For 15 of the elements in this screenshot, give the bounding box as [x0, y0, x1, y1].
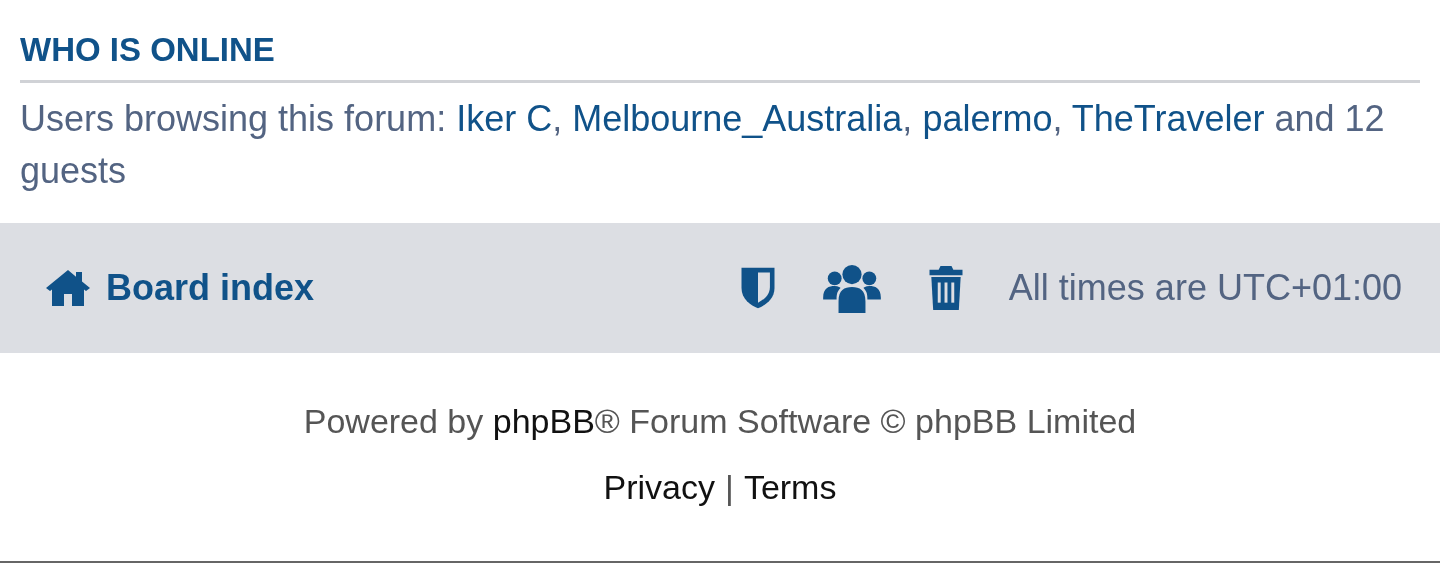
footer-link[interactable]: Terms: [743, 465, 837, 509]
username-link[interactable]: palermo: [922, 98, 1053, 139]
users-icon[interactable]: [822, 263, 881, 313]
username-link[interactable]: Melbourne_Australia: [572, 98, 903, 139]
copyright-text: Powered by phpBB® Forum Software © phpBB Limited: [302, 401, 1138, 442]
board-index-link[interactable]: Board index: [44, 267, 315, 309]
username-link[interactable]: Iker C: [456, 98, 553, 139]
home-icon: [44, 268, 92, 308]
separator-text: |: [725, 467, 734, 508]
online-users-text: Users browsing this forum: Iker C, Melbourne_Australia, palermo, TheTraveler and 12 guests: [20, 97, 1386, 193]
footer-link[interactable]: Privacy: [603, 465, 716, 509]
timezone-text: All times are UTC+01:00: [1008, 267, 1402, 309]
phpbb-link[interactable]: phpBB: [492, 402, 595, 440]
username-link[interactable]: TheTraveler: [1071, 98, 1265, 139]
section-heading: WHO IS ONLINE: [20, 26, 1420, 83]
